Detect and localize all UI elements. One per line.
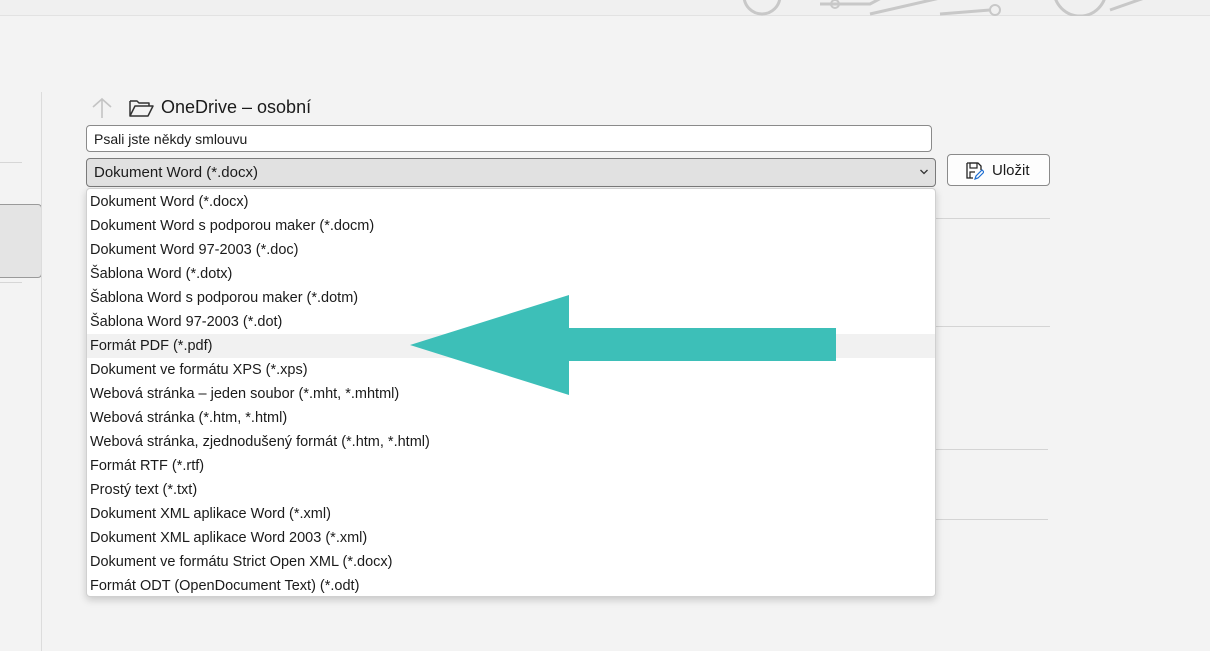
filename-input[interactable]	[86, 125, 932, 152]
save-button[interactable]: Uložit	[947, 154, 1050, 186]
filetype-option[interactable]: Dokument Word 97-2003 (*.doc)	[87, 238, 935, 262]
filetype-option[interactable]: Dokument XML aplikace Word 2003 (*.xml)	[87, 526, 935, 550]
arrow-up-icon[interactable]	[90, 96, 114, 120]
filetype-option[interactable]: Šablona Word (*.dotx)	[87, 262, 935, 286]
save-button-label: Uložit	[992, 162, 1030, 179]
pointer-arrow-annotation	[410, 295, 836, 395]
filetype-option[interactable]: Webová stránka (*.htm, *.html)	[87, 406, 935, 430]
title-bar	[0, 0, 1210, 16]
nav-separator	[0, 282, 22, 283]
filetype-option[interactable]: Formát RTF (*.rtf)	[87, 454, 935, 478]
filetype-option[interactable]: Formát ODT (OpenDocument Text) (*.odt)	[87, 574, 935, 598]
filetype-option[interactable]: Dokument Word s podporou maker (*.docm)	[87, 214, 935, 238]
filetype-option[interactable]: Dokument XML aplikace Word (*.xml)	[87, 502, 935, 526]
pointer-arrow-shape	[410, 295, 836, 395]
filetype-option[interactable]: Webová stránka, zjednodušený formát (*.h…	[87, 430, 935, 454]
filetype-option[interactable]: Dokument ve formátu Strict Open XML (*.d…	[87, 550, 935, 574]
save-edit-icon	[966, 162, 984, 180]
pane-divider	[41, 92, 42, 651]
filetype-option[interactable]: Dokument Word (*.docx)	[87, 190, 935, 214]
filetype-option[interactable]: Prostý text (*.txt)	[87, 478, 935, 502]
divider	[936, 519, 1048, 520]
filetype-select[interactable]: Dokument Word (*.docx)	[86, 158, 936, 187]
divider	[936, 326, 1050, 327]
left-nav-pane	[0, 0, 42, 651]
header-decoration	[742, 0, 1144, 16]
nav-separator	[0, 162, 22, 163]
folder-open-icon	[129, 100, 154, 117]
divider	[936, 449, 1048, 450]
nav-selected-item[interactable]	[0, 204, 42, 278]
chevron-down-icon	[920, 169, 928, 175]
divider	[936, 218, 1050, 219]
filetype-selected-value: Dokument Word (*.docx)	[94, 164, 258, 181]
current-location[interactable]: OneDrive – osobní	[161, 97, 311, 118]
